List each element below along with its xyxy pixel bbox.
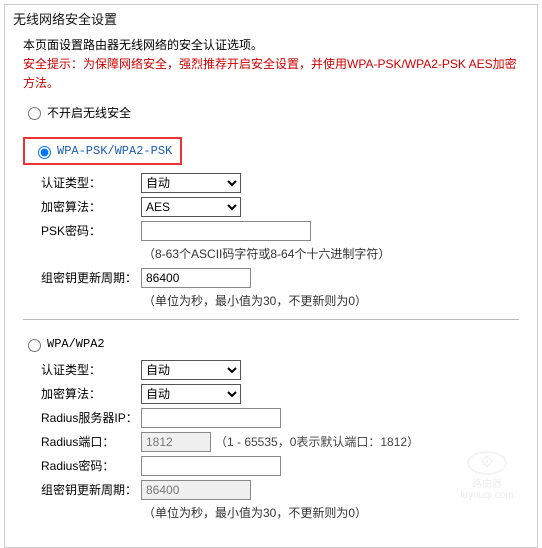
psk-gk-input[interactable]: [141, 268, 251, 288]
panel-title: 无线网络安全设置: [5, 5, 537, 30]
wpa-algo-label: 加密算法：: [41, 385, 141, 402]
psk-pwd-row: PSK密码：: [23, 221, 519, 241]
psk-auth-select[interactable]: 自动: [141, 173, 241, 193]
psk-option-row: WPA-PSK/WPA2-PSK: [23, 137, 519, 165]
wpa-algo-row: 加密算法： 自动: [23, 384, 519, 404]
radio-psk[interactable]: [38, 146, 51, 159]
psk-auth-label: 认证类型：: [41, 174, 141, 191]
psk-pwd-hint: （8-63个ASCII码字符或8-64个十六进制字符）: [23, 245, 519, 262]
wireless-security-panel: 无线网络安全设置 本页面设置路由器无线网络的安全认证选项。 安全提示：为保障网络…: [4, 4, 538, 548]
psk-auth-row: 认证类型： 自动: [23, 173, 519, 193]
option-disable-label: 不开启无线安全: [47, 104, 131, 121]
radius-port-hint: （1 - 65535，0表示默认端口：1812）: [215, 433, 419, 450]
radius-pwd-input[interactable]: [141, 456, 281, 476]
wpa-algo-select[interactable]: 自动: [141, 384, 241, 404]
option-disable-section: 不开启无线安全: [5, 94, 537, 121]
psk-gk-row: 组密钥更新周期：: [23, 268, 519, 288]
wpa-option-row: WPA/WPA2: [23, 336, 519, 352]
wpa-option-label: WPA/WPA2: [47, 337, 105, 351]
psk-highlight-box: WPA-PSK/WPA2-PSK: [23, 137, 182, 165]
psk-pwd-input[interactable]: [141, 221, 311, 241]
radio-disable-security[interactable]: [28, 107, 41, 120]
psk-algo-select[interactable]: AES: [141, 197, 241, 217]
option-disable-row: 不开启无线安全: [23, 104, 519, 121]
wpa-section: WPA/WPA2 认证类型： 自动 加密算法： 自动 Radius服务器IP： …: [5, 326, 537, 521]
radius-ip-label: Radius服务器IP：: [41, 409, 141, 426]
tip-label: 安全提示：: [23, 57, 83, 71]
wpa-gk-hint: （单位为秒，最小值为30，不更新则为0）: [23, 504, 519, 521]
psk-section: WPA-PSK/WPA2-PSK 认证类型： 自动 加密算法： AES PSK密…: [5, 129, 537, 309]
intro-text: 本页面设置路由器无线网络的安全认证选项。: [23, 36, 519, 55]
wpa-gk-input[interactable]: [141, 480, 251, 500]
psk-option-label: WPA-PSK/WPA2-PSK: [57, 144, 172, 158]
radius-pwd-row: Radius密码：: [23, 456, 519, 476]
security-tip: 安全提示：为保障网络安全，强烈推荐开启安全设置，并使用WPA-PSK/WPA2-…: [23, 55, 519, 93]
wpa-auth-label: 认证类型：: [41, 361, 141, 378]
radio-wpa[interactable]: [28, 339, 41, 352]
psk-algo-row: 加密算法： AES: [23, 197, 519, 217]
section-divider: [23, 319, 519, 320]
radius-ip-row: Radius服务器IP：: [23, 408, 519, 428]
radius-port-input[interactable]: [141, 432, 211, 452]
radius-port-row: Radius端口： （1 - 65535，0表示默认端口：1812）: [23, 432, 519, 452]
tip-text: 为保障网络安全，强烈推荐开启安全设置，并使用WPA-PSK/WPA2-PSK A…: [23, 57, 517, 90]
intro-block: 本页面设置路由器无线网络的安全认证选项。 安全提示：为保障网络安全，强烈推荐开启…: [5, 30, 537, 94]
radius-ip-input[interactable]: [141, 408, 281, 428]
wpa-gk-label: 组密钥更新周期：: [41, 481, 141, 498]
wpa-auth-row: 认证类型： 自动: [23, 360, 519, 380]
psk-gk-hint: （单位为秒，最小值为30，不更新则为0）: [23, 292, 519, 309]
psk-gk-label: 组密钥更新周期：: [41, 269, 141, 286]
psk-algo-label: 加密算法：: [41, 198, 141, 215]
radius-port-label: Radius端口：: [41, 433, 141, 450]
radius-pwd-label: Radius密码：: [41, 457, 141, 474]
wpa-gk-row: 组密钥更新周期：: [23, 480, 519, 500]
wpa-auth-select[interactable]: 自动: [141, 360, 241, 380]
psk-pwd-label: PSK密码：: [41, 222, 141, 239]
